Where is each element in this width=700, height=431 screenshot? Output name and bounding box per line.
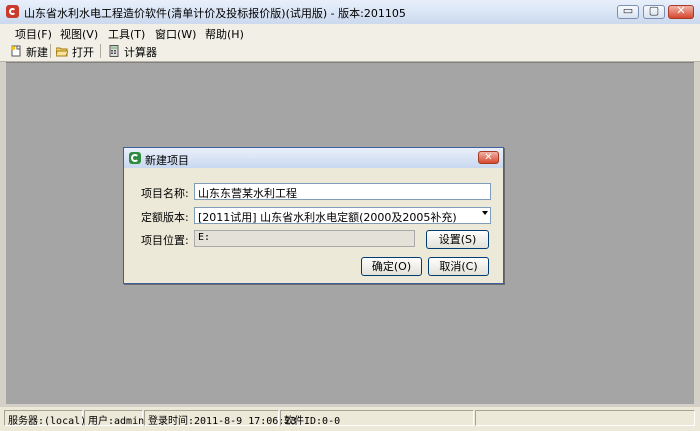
chevron-down-icon[interactable] bbox=[482, 211, 488, 215]
quota-version-select[interactable]: [2011试用] 山东省水利水电定额(2000及2005补充) bbox=[194, 207, 491, 224]
new-project-dialog: 新建项目 ✕ 项目名称: 山东东营某水利工程 定额版本: [2011试用] 山东… bbox=[123, 147, 504, 284]
status-empty bbox=[475, 410, 695, 426]
quota-version-value: [2011试用] 山东省水利水电定额(2000及2005补充) bbox=[198, 211, 457, 224]
maximize-icon: ▢ bbox=[648, 4, 660, 17]
project-location-input: E: bbox=[194, 230, 415, 247]
dialog-title-bar[interactable]: 新建项目 ✕ bbox=[124, 148, 503, 168]
calculator-button[interactable]: 计算器 bbox=[108, 43, 158, 59]
calculator-label: 计算器 bbox=[124, 46, 157, 59]
new-label: 新建 bbox=[26, 46, 48, 59]
close-button[interactable]: ✕ bbox=[668, 4, 694, 19]
close-icon: ✕ bbox=[484, 152, 493, 163]
cancel-button[interactable]: 取消(C) bbox=[428, 257, 489, 276]
toolbar: 新建 打开 计算器 bbox=[0, 42, 700, 62]
app-logo-icon bbox=[6, 5, 19, 18]
menu-view[interactable]: 视图(V) bbox=[60, 26, 98, 42]
settings-button[interactable]: 设置(S) bbox=[426, 230, 489, 249]
menu-tools[interactable]: 工具(T) bbox=[108, 26, 145, 42]
app-window: 山东省水利水电工程造价软件(清单计价及投标报价版)(试用版) - 版本:2011… bbox=[0, 0, 700, 431]
maximize-button[interactable]: ▢ bbox=[643, 4, 665, 19]
window-title: 山东省水利水电工程造价软件(清单计价及投标报价版)(试用版) - 版本:2011… bbox=[24, 7, 406, 20]
open-button[interactable]: 打开 bbox=[56, 43, 96, 59]
title-bar[interactable]: 山东省水利水电工程造价软件(清单计价及投标报价版)(试用版) - 版本:2011… bbox=[0, 0, 700, 25]
dialog-title: 新建项目 bbox=[145, 154, 189, 167]
open-label: 打开 bbox=[72, 46, 94, 59]
calculator-icon bbox=[109, 45, 119, 57]
menu-window[interactable]: 窗口(W) bbox=[155, 26, 196, 42]
quota-version-label: 定额版本: bbox=[141, 211, 189, 224]
toolbar-separator bbox=[100, 44, 101, 58]
open-folder-icon bbox=[56, 47, 68, 57]
minimize-icon: ▭ bbox=[622, 4, 634, 17]
toolbar-separator bbox=[50, 44, 51, 58]
status-software-id: 软件ID:0-0 bbox=[280, 410, 474, 427]
new-file-icon bbox=[11, 45, 21, 57]
close-icon: ✕ bbox=[676, 4, 686, 17]
dialog-close-button[interactable]: ✕ bbox=[478, 151, 499, 164]
status-login-time: 登录时间:2011-8-9 17:06:23 bbox=[144, 410, 296, 427]
minimize-button[interactable]: ▭ bbox=[617, 4, 639, 19]
status-user: 用户:admin bbox=[84, 410, 144, 427]
menu-project[interactable]: 项目(F) bbox=[15, 26, 52, 42]
status-server: 服务器:(local) bbox=[4, 410, 86, 427]
menu-help[interactable]: 帮助(H) bbox=[205, 26, 244, 42]
project-name-input[interactable]: 山东东营某水利工程 bbox=[194, 183, 491, 200]
project-location-label: 项目位置: bbox=[141, 234, 189, 247]
dialog-logo-icon bbox=[129, 152, 141, 164]
project-name-label: 项目名称: bbox=[141, 187, 189, 200]
ok-button[interactable]: 确定(O) bbox=[361, 257, 422, 276]
new-button[interactable]: 新建 bbox=[10, 43, 50, 59]
status-bar: 服务器:(local) 用户:admin 登录时间:2011-8-9 17:06… bbox=[0, 407, 700, 431]
menu-bar: 项目(F) 视图(V) 工具(T) 窗口(W) 帮助(H) bbox=[0, 24, 700, 42]
